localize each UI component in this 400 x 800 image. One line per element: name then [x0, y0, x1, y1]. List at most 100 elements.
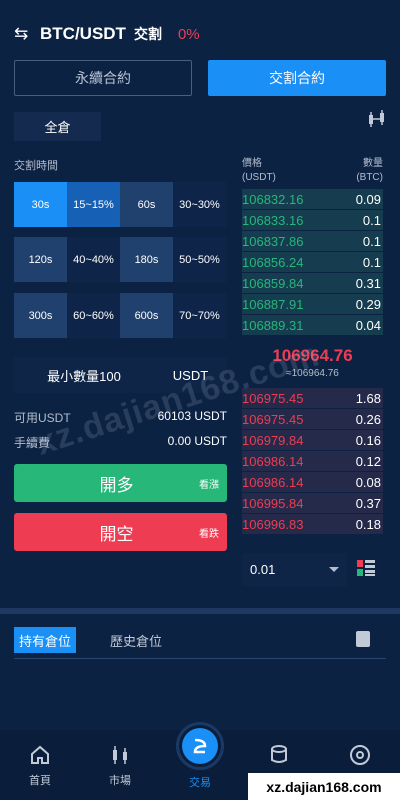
order-price: 106996.83 [242, 516, 304, 532]
depth-value: 0.01 [250, 562, 276, 577]
time-option-120s[interactable]: 120s [14, 237, 67, 282]
order-quantity: 0.1 [362, 254, 381, 270]
trade-logo-icon [193, 738, 207, 754]
nav-home[interactable]: 首頁 [10, 742, 70, 788]
qty-unit: (BTC) [356, 172, 383, 183]
section-divider [0, 608, 400, 614]
bid-row[interactable]: 106837.86 0.1 [242, 231, 383, 251]
ask-row[interactable]: 106986.14 0.12 [242, 451, 383, 471]
nav-trade[interactable] [176, 722, 224, 770]
bid-row[interactable]: 106859.84 0.31 [242, 273, 383, 293]
order-quantity: 0.12 [355, 453, 381, 469]
candlestick-icon [113, 746, 127, 764]
swap-icon[interactable]: ⇆ [14, 24, 36, 44]
time-option-600s[interactable]: 600s [120, 293, 173, 338]
time-option-row: 120s 40~40% 180s 50~50% [14, 237, 227, 282]
depth-layout-icon[interactable] [356, 558, 376, 578]
profile-icon [350, 745, 370, 765]
order-quantity: 0.31 [355, 275, 381, 291]
rate-option[interactable]: 70~70% [173, 293, 226, 338]
nav-market-label: 市場 [109, 775, 131, 787]
ask-row[interactable]: 106986.14 0.08 [242, 472, 383, 492]
open-short-sub: 看跌 [199, 528, 219, 540]
order-price: 106889.31 [242, 317, 304, 333]
rate-option[interactable]: 30~30% [173, 182, 226, 227]
order-quantity: 0.1 [362, 233, 381, 249]
ask-row[interactable]: 106979.84 0.16 [242, 430, 383, 450]
time-option-30s[interactable]: 30s [14, 182, 67, 227]
order-price: 106887.91 [242, 296, 304, 312]
chevron-down-icon [329, 567, 339, 572]
order-quantity: 1.68 [355, 390, 381, 406]
nav-profile[interactable] [330, 742, 390, 772]
order-price: 106979.84 [242, 432, 304, 448]
open-short-button[interactable]: 開空 看跌 [14, 513, 227, 551]
order-price: 106859.84 [242, 275, 304, 291]
fee-value: 0.00 USDT [167, 434, 227, 448]
qty-label: 數量 [363, 158, 383, 169]
nav-market[interactable]: 市場 [90, 742, 150, 788]
bid-row[interactable]: 106856.24 0.1 [242, 252, 383, 272]
trade-mode: 交割 [133, 26, 162, 42]
ask-row[interactable]: 106996.83 0.18 [242, 514, 383, 534]
order-quantity: 0.08 [355, 474, 381, 490]
price-change: 0% [177, 25, 200, 43]
tab-history-positions[interactable]: 歷史倉位 [110, 627, 162, 653]
nav-home-label: 首頁 [29, 775, 51, 787]
order-price: 106856.24 [242, 254, 304, 270]
tab-holding-positions[interactable]: 持有倉位 [14, 627, 77, 653]
orderbook-header: 價格 數量 (USDT) (BTC) [242, 157, 383, 185]
order-quantity: 0.29 [355, 296, 381, 312]
rate-option[interactable]: 40~40% [67, 237, 120, 282]
time-option-row: 30s 15~15% 60s 30~30% [14, 182, 227, 227]
nav-assets[interactable] [250, 742, 310, 772]
price-label: 價格 [242, 158, 262, 169]
order-price: 106833.16 [242, 212, 304, 228]
trading-pair[interactable]: BTC/USDT [40, 24, 126, 44]
database-icon [271, 745, 287, 763]
rate-option[interactable]: 50~50% [173, 237, 226, 282]
tab-underline [14, 658, 386, 659]
order-price: 106986.14 [242, 474, 304, 490]
order-quantity: 0.26 [355, 411, 381, 427]
order-price: 106837.86 [242, 233, 304, 249]
bid-row[interactable]: 106832.16 0.09 [242, 189, 383, 209]
rate-option[interactable]: 60~60% [67, 293, 120, 338]
open-short-label: 開空 [99, 524, 134, 544]
order-price: 106832.16 [242, 191, 304, 207]
depth-select[interactable]: 0.01 [242, 553, 347, 586]
order-quantity: 0.16 [355, 432, 381, 448]
rate-option[interactable]: 15~15% [67, 182, 120, 227]
tab-perpetual[interactable]: 永續合約 [14, 60, 192, 96]
min-quantity-label: 最小數量100 [47, 368, 121, 384]
bid-row[interactable]: 106833.16 0.1 [242, 210, 383, 230]
open-long-label: 開多 [99, 475, 134, 495]
order-price: 106995.84 [242, 495, 304, 511]
order-quantity: 0.1 [362, 212, 381, 228]
time-option-row: 300s 60~60% 600s 70~70% [14, 293, 227, 338]
bid-row[interactable]: 106889.31 0.04 [242, 315, 383, 335]
home-icon [31, 745, 49, 764]
bid-row[interactable]: 106887.91 0.29 [242, 294, 383, 314]
watermark-corner: xz.dajian168.com [248, 773, 400, 800]
order-quantity: 0.18 [355, 516, 381, 532]
order-quantity: 0.04 [355, 317, 381, 333]
kline-chart-icon[interactable] [366, 108, 388, 130]
nav-trade-label: 交易 [189, 777, 211, 789]
ask-row[interactable]: 106995.84 0.37 [242, 493, 383, 513]
time-option-60s[interactable]: 60s [120, 182, 173, 227]
price-unit: (USDT) [242, 172, 276, 183]
tab-delivery[interactable]: 交割合約 [208, 60, 386, 96]
time-option-300s[interactable]: 300s [14, 293, 67, 338]
open-long-sub: 看漲 [199, 479, 219, 491]
document-icon[interactable] [356, 631, 370, 647]
order-quantity: 0.37 [355, 495, 381, 511]
delivery-time-label: 交割時間 [14, 160, 58, 172]
ask-row[interactable]: 106975.45 0.26 [242, 409, 383, 429]
full-position-button[interactable]: 全倉 [14, 112, 101, 141]
header: ⇆ BTC/USDT 交割 0% [14, 22, 200, 46]
order-quantity: 0.09 [355, 191, 381, 207]
order-price: 106986.14 [242, 453, 304, 469]
time-option-180s[interactable]: 180s [120, 237, 173, 282]
open-long-button[interactable]: 開多 看漲 [14, 464, 227, 502]
